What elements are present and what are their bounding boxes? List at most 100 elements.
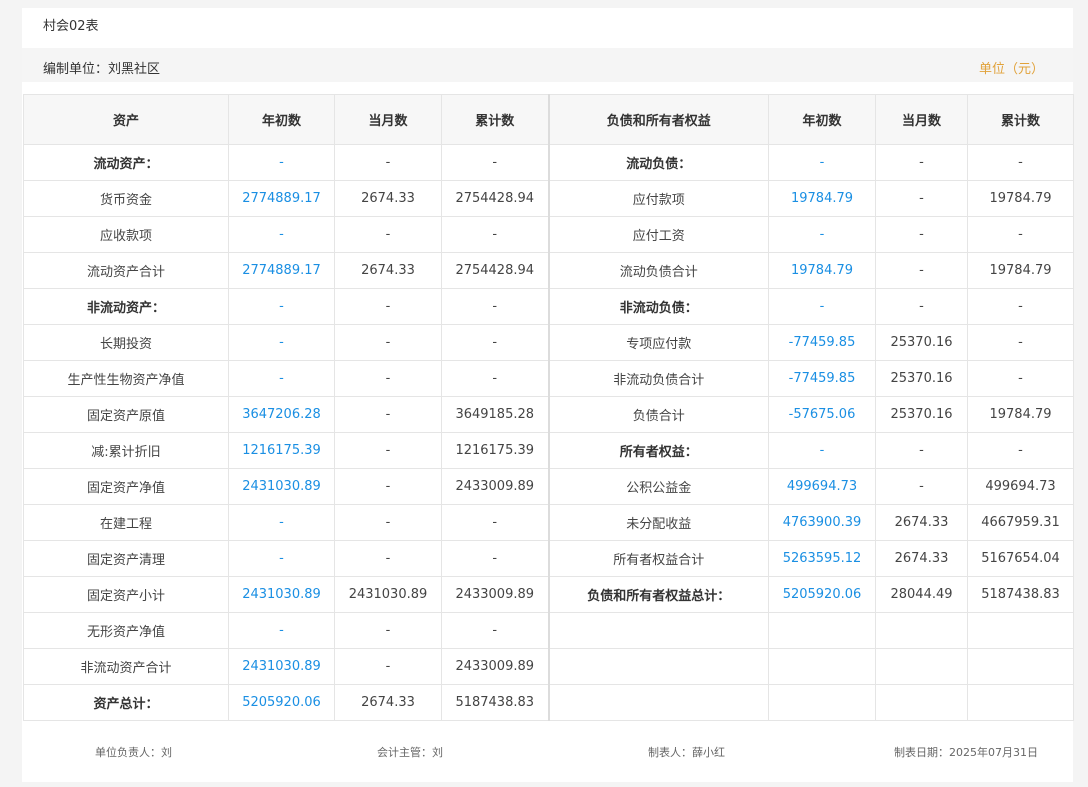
unit-head-label: 单位负责人：刘 bbox=[95, 746, 172, 759]
value-cell: - bbox=[228, 360, 335, 397]
value-cell[interactable]: 499694.73 bbox=[768, 468, 876, 505]
value-cell: - bbox=[441, 504, 550, 541]
row-label-cell: 流动资产合计 bbox=[23, 252, 229, 289]
value-cell: - bbox=[768, 288, 876, 325]
row-label-cell: 应付款项 bbox=[548, 180, 769, 217]
balance-sheet-table: 资产 年初数 当月数 累计数 负债和所有者权益 年初数 当月数 累计数 流动资产： - - - 流动负… bbox=[23, 94, 1074, 721]
info-bar: 编制单位：刘黑社区 单位（元） bbox=[22, 48, 1073, 82]
row-label-cell bbox=[548, 612, 769, 649]
value-cell: 4667959.31 bbox=[967, 504, 1074, 541]
value-cell: - bbox=[967, 144, 1074, 181]
value-cell[interactable]: 2431030.89 bbox=[228, 576, 335, 613]
value-cell: - bbox=[334, 216, 442, 253]
row-label-cell: 长期投资 bbox=[23, 324, 229, 361]
value-cell[interactable]: 2431030.89 bbox=[228, 468, 335, 505]
row-label-cell: 所有者权益： bbox=[548, 432, 769, 469]
value-cell[interactable]: -77459.85 bbox=[768, 360, 876, 397]
table-row: 流动资产： - - - 流动负债： - - - bbox=[23, 144, 1074, 181]
value-cell: - bbox=[334, 396, 442, 433]
value-cell: - bbox=[875, 144, 968, 181]
value-cell: - bbox=[875, 252, 968, 289]
report-footer: 单位负责人：刘 会计主管：刘 制表人：薛小红 制表日期：2025年07月31日 bbox=[22, 722, 1073, 782]
value-cell: - bbox=[334, 432, 442, 469]
value-cell: - bbox=[441, 540, 550, 577]
row-label-cell: 非流动资产合计 bbox=[23, 648, 229, 685]
value-cell: - bbox=[768, 432, 876, 469]
value-cell: 5167654.04 bbox=[967, 540, 1074, 577]
value-cell[interactable]: 5205920.06 bbox=[228, 684, 335, 721]
table-row: 长期投资 - - - 专项应付款 -77459.85 25370.16- bbox=[23, 324, 1074, 361]
value-cell[interactable]: 4763900.39 bbox=[768, 504, 876, 541]
value-cell: - bbox=[967, 216, 1074, 253]
table-row: 非流动资产合计 2431030.89-2433009.89 bbox=[23, 648, 1074, 685]
row-label-cell: 公积公益金 bbox=[548, 468, 769, 505]
reporting-unit: 编制单位：刘黑社区 bbox=[43, 62, 161, 77]
row-label-cell: 货币资金 bbox=[23, 180, 229, 217]
report-date-label: 制表日期：2025年07月31日 bbox=[894, 746, 1038, 759]
row-label-cell: 应收款项 bbox=[23, 216, 229, 253]
value-cell: 2754428.94 bbox=[441, 252, 550, 289]
value-cell: 19784.79 bbox=[967, 180, 1074, 217]
row-label-cell: 专项应付款 bbox=[548, 324, 769, 361]
value-cell: - bbox=[334, 540, 442, 577]
value-cell: 2433009.89 bbox=[441, 468, 550, 505]
table-row: 应收款项 - - - 应付工资 - - - bbox=[23, 216, 1074, 253]
value-cell[interactable]: 3647206.28 bbox=[228, 396, 335, 433]
value-cell[interactable]: 2431030.89 bbox=[228, 648, 335, 685]
value-cell: 5187438.83 bbox=[967, 576, 1074, 613]
row-label-cell: 固定资产清理 bbox=[23, 540, 229, 577]
table-row: 固定资产净值 2431030.89-2433009.89 公积公益金 499694.7… bbox=[23, 468, 1074, 505]
value-cell: 5187438.83 bbox=[441, 684, 550, 721]
value-cell: 19784.79 bbox=[967, 252, 1074, 289]
value-cell: - bbox=[967, 360, 1074, 397]
row-label-cell: 非流动资产： bbox=[23, 288, 229, 325]
row-label-cell: 非流动负债： bbox=[548, 288, 769, 325]
value-cell: - bbox=[228, 144, 335, 181]
value-cell: 25370.16 bbox=[875, 396, 968, 433]
value-cell: - bbox=[768, 144, 876, 181]
value-cell: 499694.73 bbox=[967, 468, 1074, 505]
value-cell: 2674.33 bbox=[334, 252, 442, 289]
value-cell: 2431030.89 bbox=[334, 576, 442, 613]
value-cell: - bbox=[334, 504, 442, 541]
value-cell: 3649185.28 bbox=[441, 396, 550, 433]
value-cell: - bbox=[967, 324, 1074, 361]
table-row: 无形资产净值 - - - bbox=[23, 612, 1074, 649]
row-label-cell: 流动负债合计 bbox=[548, 252, 769, 289]
value-cell: - bbox=[334, 360, 442, 397]
table-row: 固定资产清理 - - - 所有者权益合计 5263595.12 2674.33 5167654… bbox=[23, 540, 1074, 577]
row-label-cell: 固定资产原值 bbox=[23, 396, 229, 433]
row-label-cell: 资产总计： bbox=[23, 684, 229, 721]
value-cell[interactable]: -77459.85 bbox=[768, 324, 876, 361]
value-cell[interactable]: 19784.79 bbox=[768, 252, 876, 289]
column-header: 年初数 bbox=[768, 94, 876, 145]
value-cell: - bbox=[441, 324, 550, 361]
value-cell: 2433009.89 bbox=[441, 576, 550, 613]
value-cell: - bbox=[334, 612, 442, 649]
value-cell[interactable]: 19784.79 bbox=[768, 180, 876, 217]
value-cell[interactable]: 5205920.06 bbox=[768, 576, 876, 613]
value-cell[interactable]: -57675.06 bbox=[768, 396, 876, 433]
value-cell: - bbox=[875, 216, 968, 253]
row-label-cell bbox=[548, 648, 769, 685]
row-label-cell: 减:累计折旧 bbox=[23, 432, 229, 469]
value-cell bbox=[768, 612, 876, 649]
value-cell[interactable]: 2774889.17 bbox=[228, 180, 335, 217]
value-cell[interactable]: 5263595.12 bbox=[768, 540, 876, 577]
value-cell: - bbox=[967, 288, 1074, 325]
value-cell: 2754428.94 bbox=[441, 180, 550, 217]
report-title: 村会02表 bbox=[43, 19, 99, 34]
accountant-label: 会计主管：刘 bbox=[377, 746, 443, 759]
value-cell[interactable]: 1216175.39 bbox=[228, 432, 335, 469]
value-cell: - bbox=[334, 468, 442, 505]
value-cell bbox=[875, 648, 968, 685]
table-row: 固定资产原值 3647206.28-3649185.28 负债合计 -57675.06… bbox=[23, 396, 1074, 433]
table-row: 减:累计折旧 1216175.39-1216175.39 所有者权益： - - - bbox=[23, 432, 1074, 469]
row-label-cell: 无形资产净值 bbox=[23, 612, 229, 649]
value-cell: - bbox=[334, 144, 442, 181]
row-label-cell: 负债合计 bbox=[548, 396, 769, 433]
value-cell[interactable]: 2774889.17 bbox=[228, 252, 335, 289]
value-cell: 2674.33 bbox=[334, 684, 442, 721]
row-label-cell: 流动资产： bbox=[23, 144, 229, 181]
table-row: 固定资产小计 2431030.89 2431030.89 2433009.89 负债和所… bbox=[23, 576, 1074, 613]
